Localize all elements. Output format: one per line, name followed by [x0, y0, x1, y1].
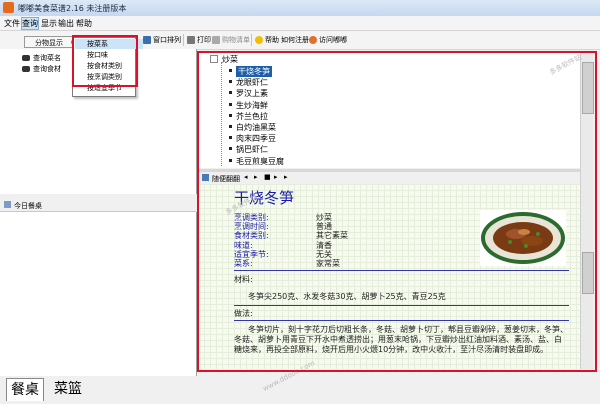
window-icon	[143, 36, 151, 44]
tree-bullet-icon	[229, 80, 232, 84]
tree-bullet-icon	[229, 102, 232, 106]
today-table-header: 今日餐桌	[0, 199, 196, 212]
menu-file[interactable]: 文件	[4, 18, 20, 29]
tree-item-dish[interactable]: 白灼油黑菜	[236, 122, 276, 133]
shopping-list-label: 购物清单	[222, 36, 250, 44]
cart-icon	[212, 36, 220, 44]
detail-scroll-thumb[interactable]	[582, 252, 594, 294]
print-button[interactable]: 打印	[187, 35, 211, 45]
stop-icon[interactable]: ■	[264, 173, 271, 181]
recipe-field-value: 家常菜	[316, 259, 340, 268]
dropdown-item[interactable]: 按菜系	[75, 39, 143, 49]
dropdown-item[interactable]: 按口味	[87, 50, 108, 60]
help-label: 帮助	[265, 36, 279, 44]
tree-bullet-icon	[229, 69, 232, 72]
query-ingredient-item[interactable]: 查询食材	[22, 64, 61, 74]
tree-root-stir-fry[interactable]: 炒菜	[222, 54, 238, 65]
list-icon	[4, 201, 11, 208]
tree-item-dish[interactable]: 肉末四季豆	[236, 133, 276, 144]
menu-bar: 文件 查询 显示 输出 帮助	[0, 16, 600, 31]
last-icon[interactable]: ▸	[284, 173, 288, 181]
ingredients-text: 冬笋尖250克、水发冬菇30克、胡萝卜25克、青豆25克	[248, 292, 446, 301]
register-label: 如何注册	[281, 36, 309, 44]
menu-query[interactable]: 查询	[21, 17, 39, 30]
tree-bullet-icon	[229, 113, 232, 117]
tree-bullet-icon	[229, 136, 232, 140]
query-submenu[interactable]: 分物显示 ▸	[24, 36, 78, 48]
visit-label: 访问嘟嘟	[319, 36, 347, 44]
group-display-item[interactable]: 分物显示	[35, 38, 63, 48]
query-dish-name-item[interactable]: 查询菜名	[22, 53, 61, 63]
app-window: 嘟嘟美食菜谱2.16 未注册版本 文件 查询 显示 输出 帮助 窗口排列 打印 …	[0, 0, 600, 404]
tree-bullet-icon	[229, 158, 232, 162]
window-arrange-button[interactable]: 窗口排列	[143, 35, 181, 45]
recipe-detail: 干烧冬笋 烹调类别: 炒菜 烹调时间: 普通 食材类别: 其它素菜 味道: 清香 适宜季节: 无关…	[198, 184, 580, 369]
browse-icon	[202, 174, 209, 181]
visit-button[interactable]: 访问嘟嘟	[309, 35, 347, 45]
next-icon[interactable]: ▸	[274, 173, 278, 181]
today-table-title: 今日餐桌	[14, 202, 42, 210]
tree-scroll-thumb[interactable]	[582, 62, 594, 114]
menu-view[interactable]: 显示	[41, 18, 57, 29]
today-table-panel	[0, 212, 197, 376]
vertical-scrollbar[interactable]	[580, 52, 594, 369]
tree-bullet-icon	[229, 147, 232, 151]
binoculars-icon	[22, 66, 30, 72]
help-button[interactable]: 帮助	[255, 35, 279, 45]
tree-item-dish[interactable]: 生炒海鲜	[236, 100, 268, 111]
print-label: 打印	[197, 36, 211, 44]
printer-icon	[187, 36, 195, 44]
recipe-field-label: 菜系:	[234, 259, 253, 268]
tree-item-dish[interactable]: 芥兰色拉	[236, 111, 268, 122]
dropdown-item[interactable]: 按烹调类别	[87, 72, 122, 82]
dropdown-item[interactable]: 按适宜季节	[87, 83, 122, 93]
dropdown-item[interactable]: 按食材类别	[87, 61, 122, 71]
first-icon[interactable]: ◂	[244, 173, 248, 181]
tree-bullet-icon	[229, 91, 232, 95]
left-tabs: 餐桌 菜篮	[0, 376, 196, 404]
window-title: 嘟嘟美食菜谱2.16 未注册版本	[18, 4, 127, 13]
tree-item-dish[interactable]: 龙眼虾仁	[236, 77, 268, 88]
help-icon	[255, 36, 263, 44]
dish-photo	[480, 210, 566, 266]
window-arrange-label: 窗口排列	[153, 36, 181, 44]
tree-bullet-icon	[229, 125, 232, 128]
method-text: 冬笋切片，刻十字花刀后切粗长条，冬菇、胡萝卜切丁，郫县豆瓣剁碎，葱姜切末，冬笋、…	[234, 325, 568, 354]
tab-basket[interactable]: 菜篮	[50, 378, 86, 400]
query-ingredient-label: 查询食材	[33, 65, 61, 73]
menu-output[interactable]: 输出	[58, 18, 74, 29]
register-button[interactable]: 如何注册	[281, 35, 309, 45]
prev-icon[interactable]: ▸	[254, 173, 258, 181]
app-logo-icon	[3, 2, 14, 13]
browse-label: 随便翻翻	[212, 175, 240, 183]
tree-item-dish[interactable]: 干烧冬笋	[236, 66, 272, 77]
tree-item-dish[interactable]: 毛豆煎臭豆腐	[236, 156, 284, 167]
method-heading: 做法:	[234, 309, 253, 318]
query-dish-name-label: 查询菜名	[33, 54, 61, 62]
home-icon	[309, 36, 317, 44]
dish-photo-image	[481, 212, 565, 264]
tree-item-dish[interactable]: 罗汉上素	[236, 88, 268, 99]
group-display-dropdown: 按菜系 按口味 按食材类别 按烹调类别 按适宜季节	[72, 37, 143, 97]
binoculars-icon	[22, 55, 30, 61]
collapse-toggle-icon[interactable]	[210, 55, 218, 63]
ingredients-heading: 材料:	[234, 275, 253, 284]
tree-item-dish[interactable]: 锅巴虾仁	[236, 144, 268, 155]
menu-help[interactable]: 帮助	[76, 18, 92, 29]
tab-table[interactable]: 餐桌	[6, 378, 44, 401]
shopping-list-button[interactable]: 购物清单	[212, 35, 250, 45]
status-area	[198, 370, 600, 404]
title-bar[interactable]: 嘟嘟美食菜谱2.16 未注册版本	[0, 0, 600, 17]
